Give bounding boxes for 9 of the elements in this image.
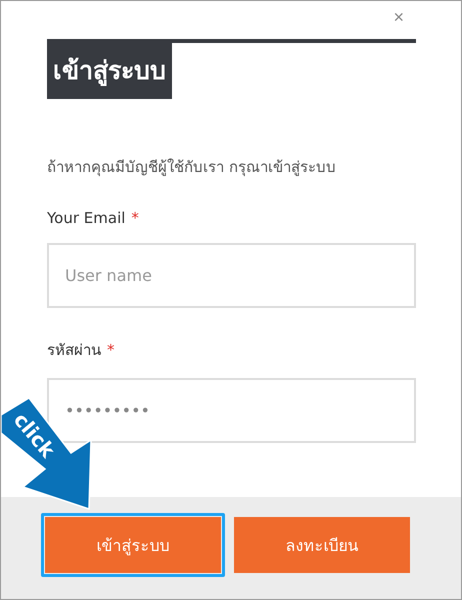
required-mark: * [131,209,139,227]
required-mark: * [107,341,114,359]
close-button[interactable]: × [393,5,404,29]
dialog-title: เข้าสู่ระบบ [47,43,172,99]
description-text: ถ้าหากคุณมีบัญชีผู้ใช้กับเรา กรุณาเข้าสู่ระบบ [47,157,337,178]
field-label: Your Email [47,209,126,227]
field-label: รหัสผ่าน [47,341,101,359]
login-button[interactable]: เข้าสู่ระบบ [41,513,225,577]
input-field[interactable]: User name [47,243,416,308]
